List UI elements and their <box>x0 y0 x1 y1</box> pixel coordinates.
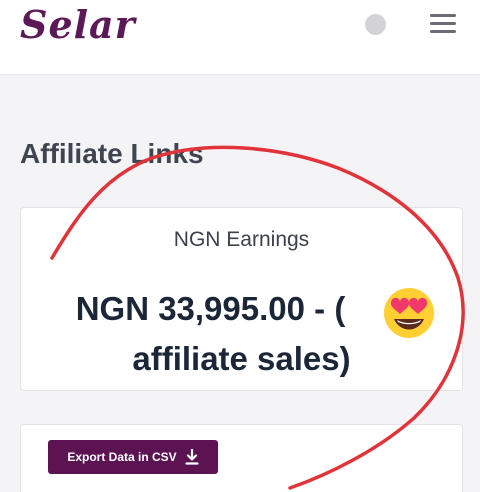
avatar[interactable] <box>365 14 386 35</box>
selar-logo[interactable]: Selar <box>20 2 136 47</box>
download-icon <box>185 449 199 465</box>
earnings-suffix: affiliate sales) <box>132 340 351 377</box>
export-csv-button[interactable]: Export Data in CSV <box>48 440 218 474</box>
top-navbar: Selar <box>0 0 480 75</box>
earnings-label: NGN Earnings <box>173 228 310 251</box>
hamburger-menu-icon[interactable] <box>430 14 456 34</box>
page: Selar Affiliate Links NGN Earnings NGN 3… <box>0 0 480 492</box>
page-title: Affiliate Links <box>20 138 204 169</box>
heart-eyes-emoji <box>384 288 434 338</box>
earnings-amount: NGN 33,995.00 - ( <box>75 290 346 327</box>
export-button-label: Export Data in CSV <box>67 450 177 464</box>
export-card: Export Data in CSV <box>20 424 463 492</box>
